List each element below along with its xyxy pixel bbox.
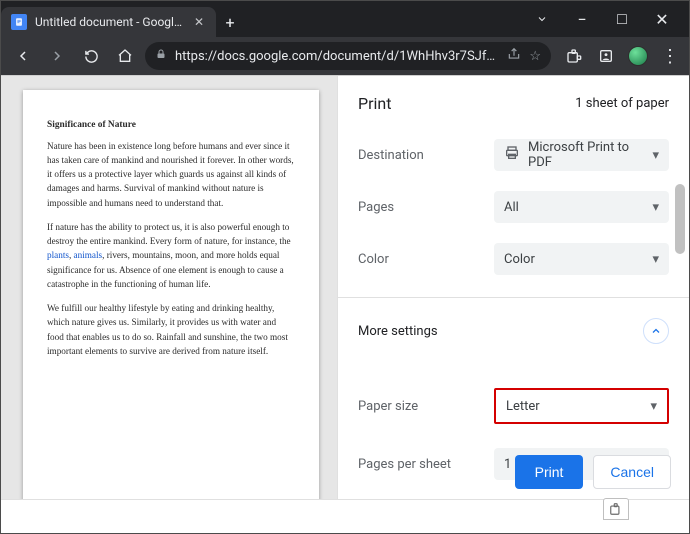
window-close-icon[interactable]: ✕ xyxy=(653,10,671,28)
print-dialog: Print 1 sheet of paper Destination Micro… xyxy=(337,76,689,499)
star-icon[interactable]: ☆ xyxy=(529,49,541,64)
select-paper-size[interactable]: Letter ▾ xyxy=(494,388,669,424)
browser-tab[interactable]: Untitled document - Google Docs ✕ xyxy=(1,7,216,37)
doc-link-animals: animals xyxy=(74,250,103,260)
account-icon[interactable] xyxy=(595,45,617,67)
window-titlebar: Untitled document - Google Docs ✕ + − □ … xyxy=(1,1,689,37)
doc-paragraph: If nature has the ability to protect us,… xyxy=(47,220,295,291)
color-value: Color xyxy=(504,252,535,267)
section-divider xyxy=(338,297,689,298)
extension-badge[interactable] xyxy=(627,45,649,67)
destination-value: Microsoft Print to PDF xyxy=(528,140,652,170)
url-text: https://docs.google.com/document/d/1WhHh… xyxy=(175,49,499,64)
collapse-button[interactable] xyxy=(643,318,669,344)
doc-heading: Significance of Nature xyxy=(47,118,295,133)
window-minimize-icon[interactable]: − xyxy=(573,10,591,28)
print-heading: Print xyxy=(358,94,391,113)
caret-down-icon: ▾ xyxy=(652,148,659,163)
dialog-button-bar: Print Cancel xyxy=(338,445,689,499)
back-button[interactable] xyxy=(9,42,37,70)
more-settings-label: More settings xyxy=(358,324,438,339)
select-destination[interactable]: Microsoft Print to PDF ▾ xyxy=(494,139,669,171)
reload-button[interactable] xyxy=(77,42,105,70)
doc-paragraph: We fulfill our healthy lifestyle by eati… xyxy=(47,301,295,358)
tab-title: Untitled document - Google Docs xyxy=(35,15,184,29)
label-color: Color xyxy=(358,252,484,267)
home-button[interactable] xyxy=(111,42,139,70)
print-button[interactable]: Print xyxy=(515,455,584,489)
preview-page: Significance of Nature Nature has been i… xyxy=(23,90,319,499)
sheet-count: 1 sheet of paper xyxy=(575,96,669,111)
doc-link-plants: plants xyxy=(47,250,69,260)
address-bar[interactable]: https://docs.google.com/document/d/1WhHh… xyxy=(145,42,551,70)
browser-toolbar: https://docs.google.com/document/d/1WhHh… xyxy=(1,37,689,75)
pages-value: All xyxy=(504,200,519,215)
chevron-down-icon[interactable] xyxy=(533,10,551,28)
lock-icon xyxy=(155,48,167,64)
menu-kebab-icon[interactable]: ⋮ xyxy=(659,45,681,67)
doc-paragraph: Nature has been in existence long before… xyxy=(47,139,295,210)
tab-close-icon[interactable]: ✕ xyxy=(192,13,206,31)
window-maximize-icon[interactable]: □ xyxy=(613,10,631,28)
select-pages[interactable]: All ▾ xyxy=(494,191,669,223)
cancel-button[interactable]: Cancel xyxy=(593,455,671,489)
extensions-icon[interactable] xyxy=(563,45,585,67)
paper-size-value: Letter xyxy=(506,399,540,414)
extension-popup-tab[interactable] xyxy=(603,498,629,520)
printer-icon xyxy=(504,145,520,165)
label-pages: Pages xyxy=(358,200,484,215)
label-paper-size: Paper size xyxy=(358,399,484,414)
docs-favicon xyxy=(11,14,27,30)
window-controls: − □ ✕ xyxy=(527,1,689,37)
panel-scrollbar[interactable] xyxy=(674,124,686,443)
select-color[interactable]: Color ▾ xyxy=(494,243,669,275)
window-bottom-strip xyxy=(1,499,689,533)
caret-down-icon: ▾ xyxy=(652,200,659,215)
share-icon[interactable] xyxy=(507,47,521,65)
forward-button[interactable] xyxy=(43,42,71,70)
new-tab-button[interactable]: + xyxy=(216,7,244,37)
caret-down-icon: ▾ xyxy=(650,399,657,414)
label-destination: Destination xyxy=(358,148,484,163)
print-preview-pane: Significance of Nature Nature has been i… xyxy=(1,76,337,499)
caret-down-icon: ▾ xyxy=(652,252,659,267)
